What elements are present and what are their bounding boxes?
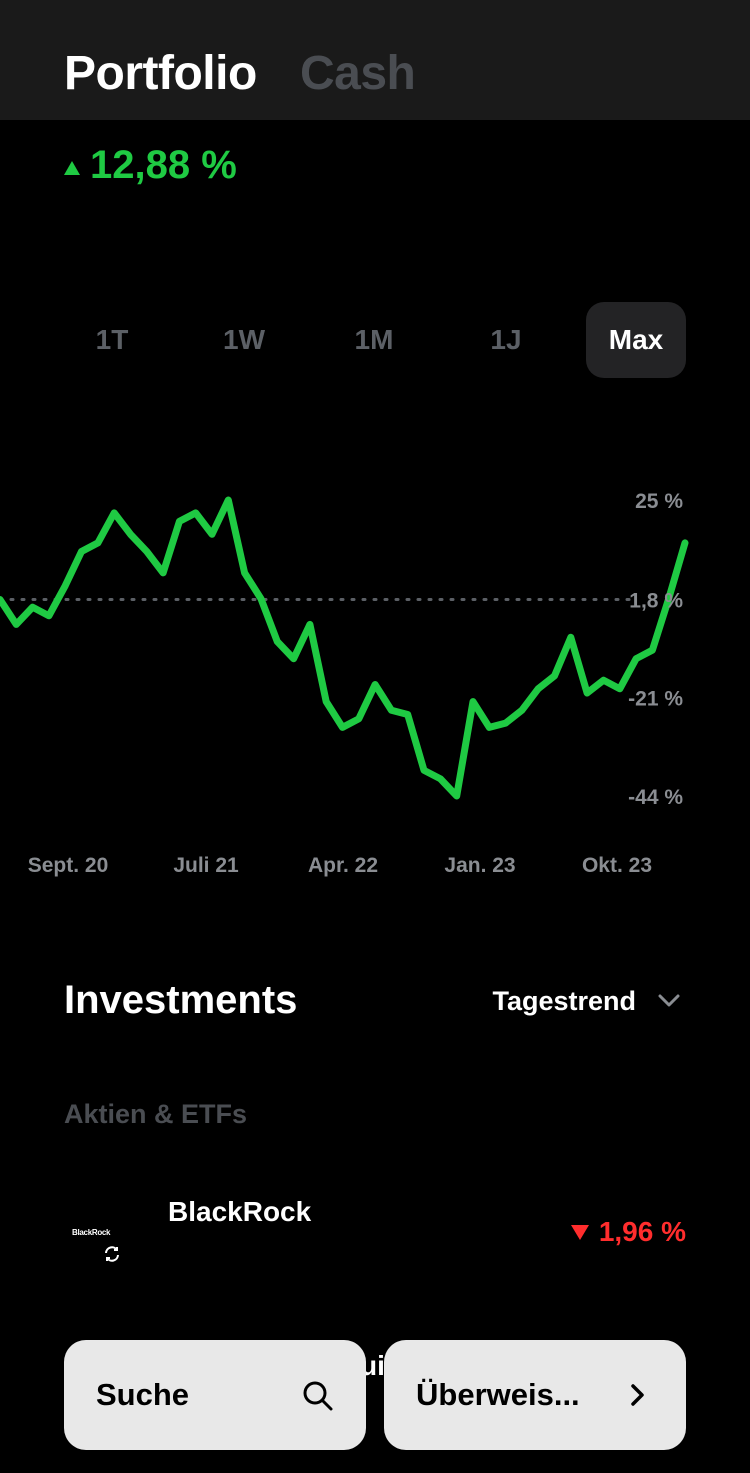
- investments-title: Investments: [64, 978, 298, 1022]
- top-header: Portfolio Cash: [0, 0, 750, 120]
- y-tick-label: 1,8 %: [629, 590, 683, 613]
- chevron-down-icon: [658, 994, 680, 1007]
- tab-cash[interactable]: Cash: [300, 44, 416, 104]
- sort-label: Tagestrend: [492, 985, 636, 1016]
- range-1m[interactable]: 1M: [324, 302, 424, 378]
- x-tick-label: Apr. 22: [308, 854, 378, 877]
- sort-dropdown[interactable]: Tagestrend: [492, 980, 680, 1022]
- transfer-button[interactable]: Überweis...: [384, 1340, 686, 1450]
- search-icon: [303, 1381, 333, 1411]
- range-max[interactable]: Max: [586, 302, 686, 378]
- range-1t[interactable]: 1T: [62, 302, 162, 378]
- search-button[interactable]: Suche: [64, 1340, 366, 1450]
- range-1j[interactable]: 1J: [456, 302, 556, 378]
- up-triangle-icon: [64, 161, 80, 175]
- refresh-icon: [105, 1246, 119, 1262]
- x-tick-label: Sept. 20: [28, 854, 109, 877]
- transfer-label: Überweis...: [416, 1377, 580, 1412]
- holding-change-value: 1,96 %: [598, 1216, 686, 1247]
- holding-change: 1,96 %: [570, 1216, 686, 1248]
- tab-portfolio[interactable]: Portfolio: [64, 44, 257, 104]
- x-tick-label: Juli 21: [173, 854, 239, 877]
- y-tick-label: 25 %: [635, 490, 683, 513]
- range-1w[interactable]: 1W: [194, 302, 294, 378]
- logo-text: BlackRock: [72, 1228, 111, 1237]
- performance-value: 12,88 %: [90, 142, 237, 187]
- search-label: Suche: [96, 1377, 190, 1412]
- performance-change: 12,88 %: [64, 140, 237, 190]
- section-label-stocks-etfs: Aktien & ETFs: [64, 1099, 248, 1129]
- x-tick-label: Jan. 23: [444, 854, 515, 877]
- chevron-right-icon: [631, 1384, 644, 1406]
- x-tick-label: Okt. 23: [582, 854, 652, 877]
- performance-chart: 25 % 1,8 % -21 % -44 % Sept. 20 Juli 21 Apr. …: [0, 490, 689, 877]
- holding-name: BlackRock: [168, 1196, 312, 1227]
- blackrock-logo: BlackRock: [64, 1204, 152, 1274]
- y-tick-label: -21 %: [628, 687, 683, 710]
- time-range-selector: 1T 1W 1M 1J Max: [48, 302, 688, 378]
- holding-row[interactable]: BlackRock BlackRock 1,96 %: [64, 1180, 686, 1280]
- y-tick-label: -44 %: [628, 786, 683, 809]
- down-triangle-icon: [570, 1224, 589, 1240]
- series-line: [0, 496, 689, 800]
